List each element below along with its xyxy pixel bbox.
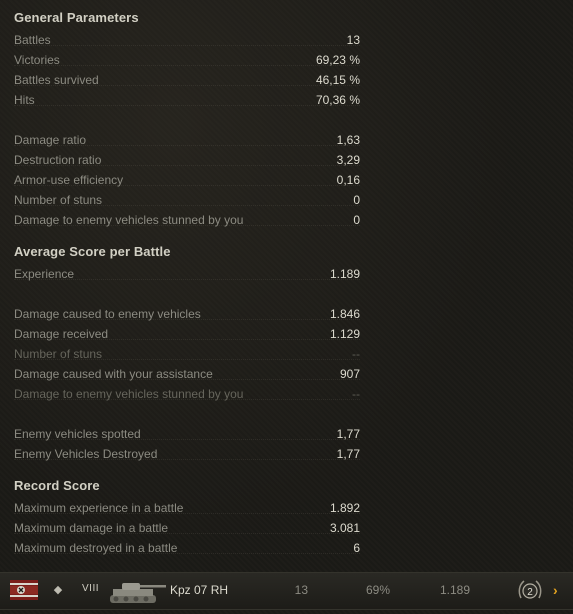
stat-label: Enemy Vehicles Destroyed (14, 447, 158, 461)
stat-value: -- (352, 387, 360, 401)
stat-label: Number of stuns (14, 193, 103, 207)
vehicle-name: Kpz 07 RH (170, 583, 229, 597)
stat-row-max-damage: Maximum damage in a battle 3.081 (14, 518, 360, 538)
stat-label: Maximum destroyed in a battle (14, 541, 178, 555)
stat-row-spotted: Enemy vehicles spotted 1,77 (14, 424, 360, 444)
stat-value: 70,36 % (315, 93, 360, 107)
stat-row-max-experience: Maximum experience in a battle 1.892 (14, 498, 360, 518)
stat-label: Experience (14, 267, 75, 281)
stat-value: 0,16 (336, 173, 360, 187)
stat-row-assistance-damage: Damage caused with your assistance 907 (14, 364, 360, 384)
stat-value: 3,29 (336, 153, 360, 167)
stat-label: Damage received (14, 327, 109, 341)
stat-label: Damage to enemy vehicles stunned by you (14, 213, 244, 227)
stat-label: Maximum experience in a battle (14, 501, 184, 515)
stat-value: 1,77 (336, 447, 360, 461)
stat-label: Battles (14, 33, 51, 47)
stat-row-destroyed: Enemy Vehicles Destroyed 1,77 (14, 444, 360, 464)
vehicle-win-rate: 69% (365, 583, 390, 597)
stat-row-avg-damage-stunned: Damage to enemy vehicles stunned by you -… (14, 384, 360, 404)
stat-label: Maximum damage in a battle (14, 521, 169, 535)
stat-row-damage-stunned: Damage to enemy vehicles stunned by you 0 (14, 210, 360, 230)
stat-row-avg-number-of-stuns: Number of stuns -- (14, 344, 360, 364)
stat-label: Destruction ratio (14, 153, 102, 167)
stat-row-number-of-stuns: Number of stuns 0 (14, 190, 360, 210)
stat-row-battles: Battles 13 (14, 30, 360, 50)
stat-value: 0 (353, 213, 360, 227)
section-title-record: Record Score (14, 478, 100, 493)
stat-label: Damage caused with your assistance (14, 367, 213, 381)
stat-label: Victories (14, 53, 60, 67)
stat-row-damage-ratio: Damage ratio 1,63 (14, 130, 360, 150)
tank-icon (110, 583, 166, 603)
section-title-average: Average Score per Battle (14, 244, 171, 259)
stat-label: Damage to enemy vehicles stunned by you (14, 387, 244, 401)
stat-row-battles-survived: Battles survived 46,15 % (14, 70, 360, 90)
stat-label: Armor-use efficiency (14, 173, 124, 187)
stat-value: 1.892 (329, 501, 360, 515)
section-title-general: General Parameters (14, 10, 139, 25)
stat-row-damage-caused: Damage caused to enemy vehicles 1.846 (14, 304, 360, 324)
stat-row-max-destroyed: Maximum destroyed in a battle 6 (14, 538, 360, 558)
vehicle-row[interactable]: ◆ VIII Kpz 07 RH 13 69% 1.189 2 › (0, 572, 573, 610)
stat-value: 69,23 % (315, 53, 360, 67)
germany-flag-icon (10, 580, 38, 600)
stat-value: 1,77 (336, 427, 360, 441)
vehicle-tier: VIII (82, 583, 100, 594)
chevron-right-icon[interactable]: › (553, 582, 558, 598)
stat-value: 1.189 (329, 267, 360, 281)
stat-value: -- (352, 347, 360, 361)
stat-value: 0 (353, 193, 360, 207)
stat-value: 1.846 (329, 307, 360, 321)
medium-tank-icon: ◆ (53, 584, 63, 596)
stat-value: 1,63 (336, 133, 360, 147)
stat-row-destruction-ratio: Destruction ratio 3,29 (14, 150, 360, 170)
stat-label: Enemy vehicles spotted (14, 427, 141, 441)
stat-value: 13 (346, 33, 360, 47)
stat-row-armor-use: Armor-use efficiency 0,16 (14, 170, 360, 190)
stat-value: 1.129 (329, 327, 360, 341)
vehicle-avg-experience: 1.189 (439, 583, 470, 597)
mastery-badge-value: 2 (527, 587, 533, 598)
stat-value: 3.081 (329, 521, 360, 535)
stat-label: Hits (14, 93, 35, 107)
stat-row-hits: Hits 70,36 % (14, 90, 360, 110)
stat-value: 46,15 % (315, 73, 360, 87)
stat-row-experience: Experience 1.189 (14, 264, 360, 284)
stat-label: Battles survived (14, 73, 99, 87)
mastery-badge-icon: 2 (518, 580, 542, 599)
stat-row-damage-received: Damage received 1.129 (14, 324, 360, 344)
stat-label: Damage caused to enemy vehicles (14, 307, 201, 321)
vehicle-battles: 13 (294, 583, 308, 597)
stat-value: 907 (339, 367, 360, 381)
stat-value: 6 (353, 541, 360, 555)
stat-label: Damage ratio (14, 133, 87, 147)
stat-label: Number of stuns (14, 347, 103, 361)
stat-row-victories: Victories 69,23 % (14, 50, 360, 70)
